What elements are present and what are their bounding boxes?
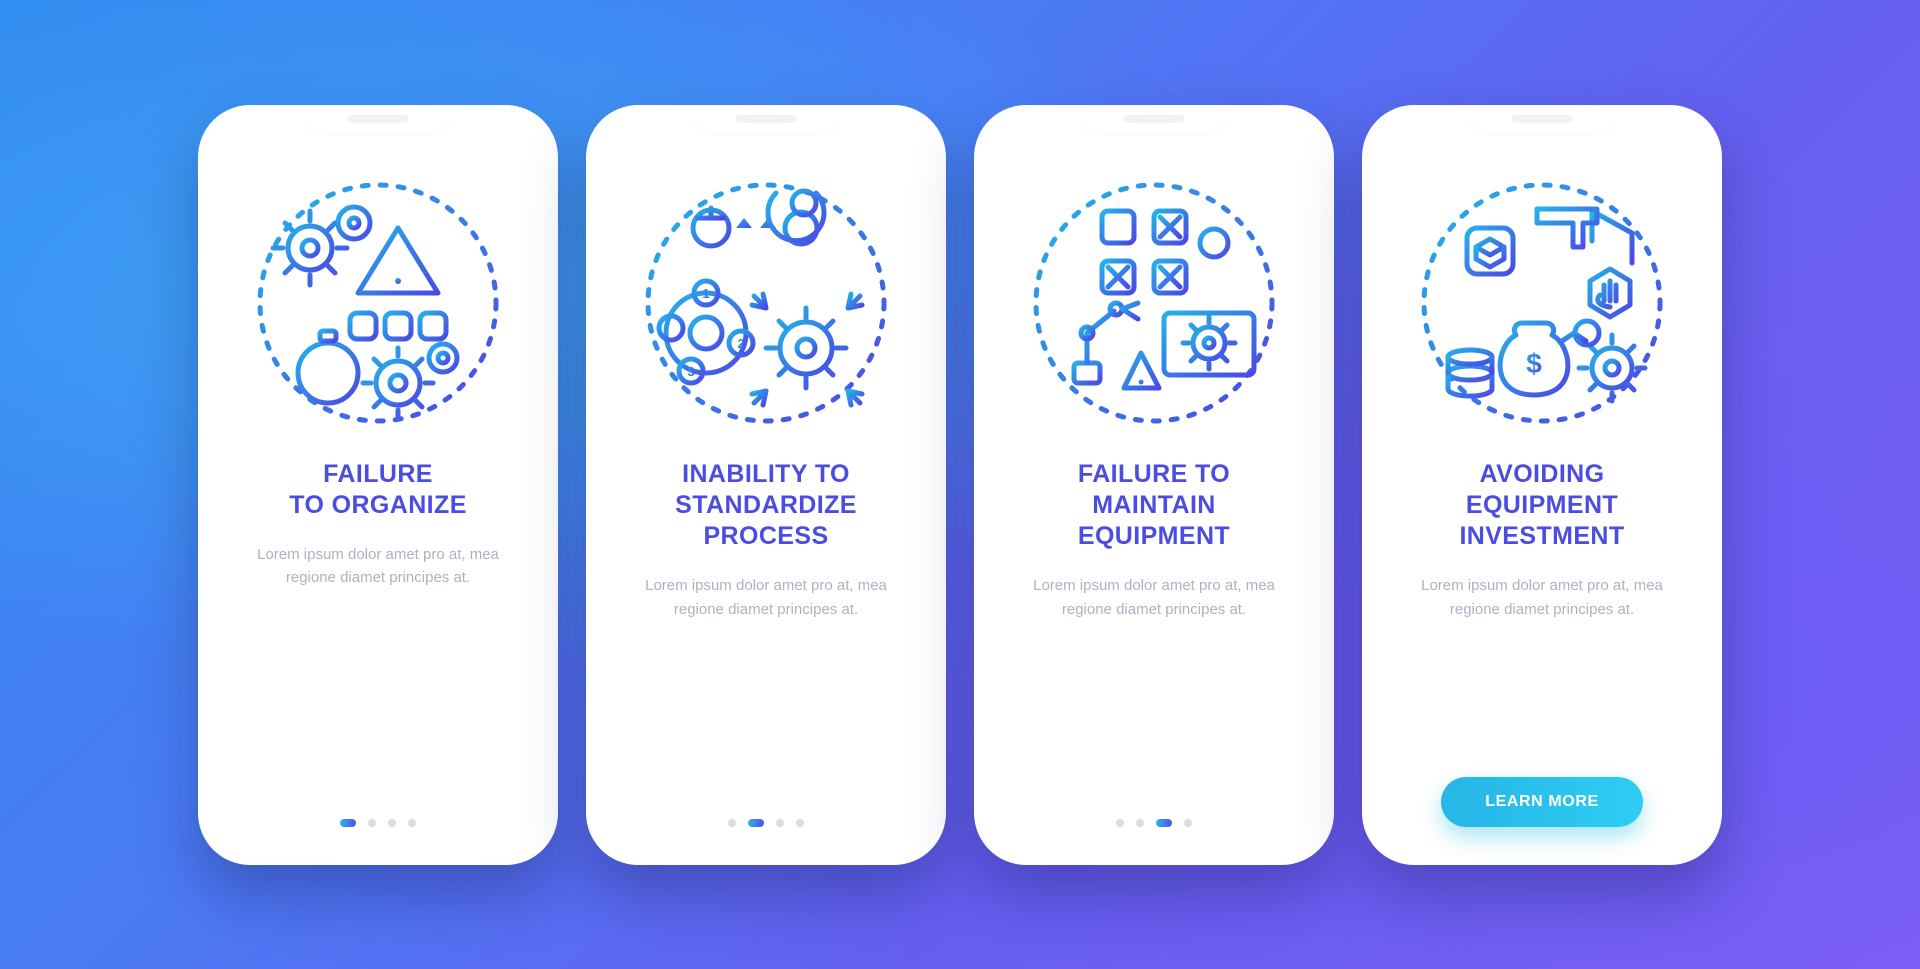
dot-2[interactable]	[748, 819, 764, 827]
screen-title: FAILURE TO MAINTAIN EQUIPMENT	[1078, 459, 1230, 553]
screen-description: Lorem ipsum dolor amet pro at, mea regio…	[1014, 574, 1294, 621]
screen-title: INABILITY TO STANDARDIZE PROCESS	[675, 459, 857, 553]
page-indicator	[728, 819, 804, 827]
illustration-organize	[248, 173, 508, 433]
dot-4[interactable]	[1184, 819, 1192, 827]
illustration-standardize: 1 2 3	[636, 173, 896, 433]
dot-1[interactable]	[340, 819, 356, 827]
phone-screen-3: FAILURE TO MAINTAIN EQUIPMENT Lorem ipsu…	[974, 105, 1334, 865]
dot-3[interactable]	[776, 819, 784, 827]
phone-notch	[1079, 105, 1229, 135]
screen-description: Lorem ipsum dolor amet pro at, mea regio…	[238, 543, 518, 590]
dot-1[interactable]	[1116, 819, 1124, 827]
phone-notch	[303, 105, 453, 135]
phone-notch	[1467, 105, 1617, 135]
phone-screen-2: 1 2 3 INABILITY TO STANDARDIZE PROCESS L…	[586, 105, 946, 865]
phone-notch	[691, 105, 841, 135]
dot-4[interactable]	[408, 819, 416, 827]
svg-text:2: 2	[737, 336, 744, 351]
dot-2[interactable]	[1136, 819, 1144, 827]
dot-1[interactable]	[728, 819, 736, 827]
screen-title: AVOIDING EQUIPMENT INVESTMENT	[1459, 459, 1624, 553]
dot-3[interactable]	[1156, 819, 1172, 827]
dot-4[interactable]	[796, 819, 804, 827]
screen-description: Lorem ipsum dolor amet pro at, mea regio…	[1402, 574, 1682, 621]
phone-screen-1: FAILURE TO ORGANIZE Lorem ipsum dolor am…	[198, 105, 558, 865]
dot-3[interactable]	[388, 819, 396, 827]
screen-description: Lorem ipsum dolor amet pro at, mea regio…	[626, 574, 906, 621]
learn-more-button[interactable]: LEARN MORE	[1441, 777, 1643, 827]
screen-title: FAILURE TO ORGANIZE	[289, 459, 467, 522]
svg-text:1: 1	[702, 286, 709, 301]
illustration-investment: $	[1412, 173, 1672, 433]
page-indicator	[340, 819, 416, 827]
illustration-maintain	[1024, 173, 1284, 433]
dot-2[interactable]	[368, 819, 376, 827]
svg-text:3: 3	[687, 364, 694, 379]
phone-screen-4: $ AVOIDING EQUIPMENT INVESTMENT Lorem ip…	[1362, 105, 1722, 865]
page-indicator	[1116, 819, 1192, 827]
svg-text:$: $	[1526, 348, 1542, 379]
